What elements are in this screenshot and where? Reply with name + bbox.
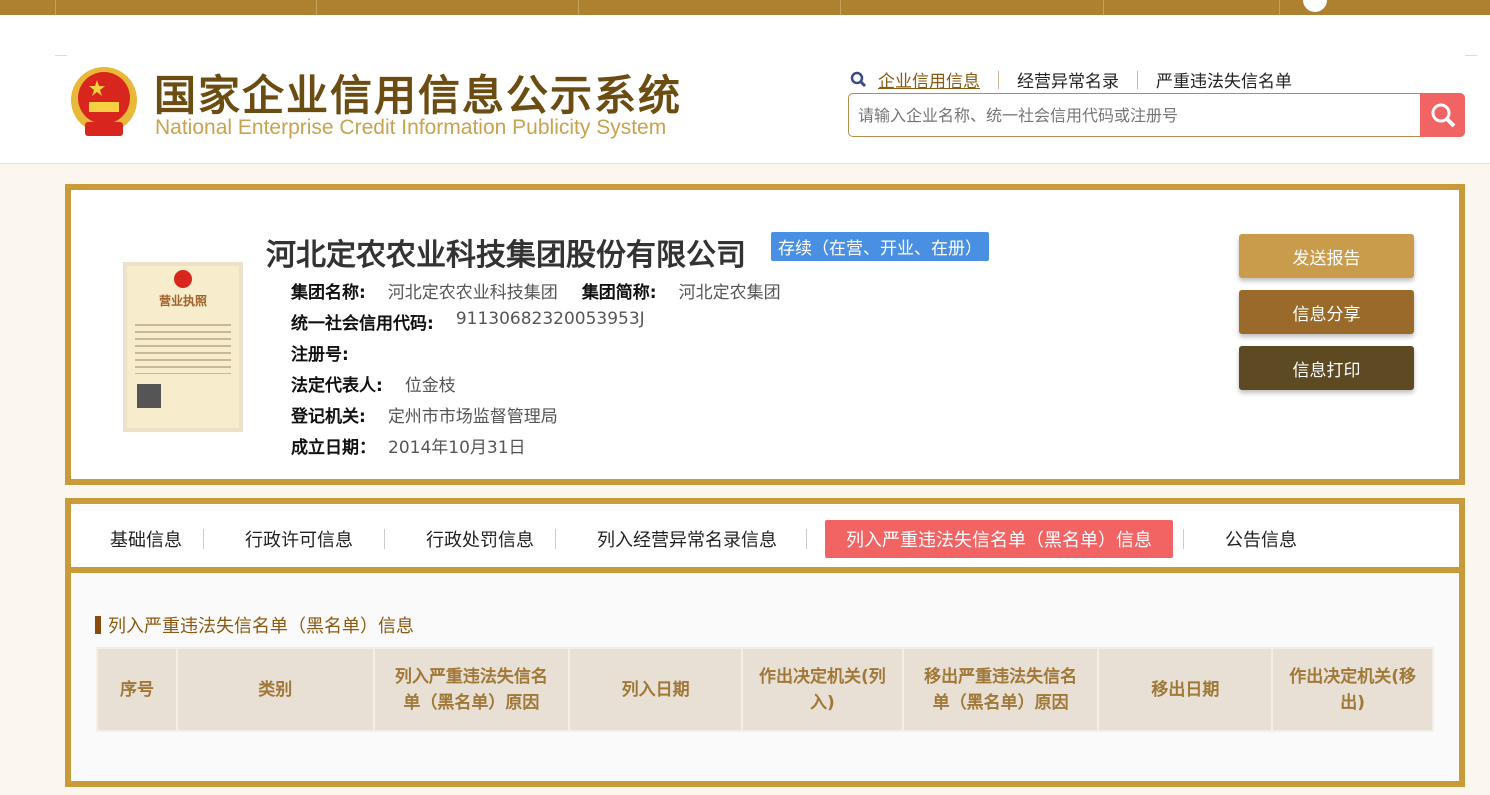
search-type-links: 企业信用信息 经营异常名录 严重违法失信名单 [850, 67, 1310, 92]
field-label: 集团名称: [291, 283, 366, 303]
divider [1465, 55, 1477, 56]
print-info-button[interactable]: 信息打印 [1239, 346, 1414, 390]
user-icon[interactable] [1303, 0, 1327, 12]
blacklist-table: 序号 类别 列入严重违法失信名单（黑名单）原因 列入日期 作出决定机关(列入) … [96, 647, 1434, 732]
link-enterprise-credit[interactable]: 企业信用信息 [868, 67, 998, 92]
info-row: 法定代表人: 位金枝 [291, 371, 456, 396]
field-value: 定州市市场监督管理局 [387, 407, 558, 427]
info-row: 注册号: [291, 340, 371, 365]
info-row: 成立日期： 2014年10月31日 [291, 433, 526, 458]
link-abnormal-list[interactable]: 经营异常名录 [999, 67, 1137, 92]
nav-separator [840, 0, 841, 15]
tab-bar: 基础信息 行政许可信息 行政处罚信息 列入经营异常名录信息 列入严重违法失信名单… [71, 511, 1459, 573]
send-report-button[interactable]: 发送报告 [1239, 234, 1414, 278]
search-icon [1431, 103, 1455, 128]
divider [806, 529, 807, 549]
top-nav-bar [0, 0, 1490, 15]
section-title-text: 列入严重违法失信名单（黑名单）信息 [108, 616, 414, 637]
site-header: 国家企业信用信息公示系统 National Enterprise Credit … [0, 15, 1490, 164]
tab-basic-info[interactable]: 基础信息 [89, 520, 203, 558]
column-header: 移出严重违法失信名单（黑名单）原因 [901, 647, 1100, 732]
field-label: 统一社会信用代码: [291, 314, 434, 334]
licence-text [135, 319, 231, 374]
divider [55, 55, 67, 56]
tab-abnormal-list[interactable]: 列入经营异常名录信息 [576, 520, 798, 558]
field-label: 法定代表人: [291, 376, 383, 396]
logo-title: 国家企业信用信息公示系统 [154, 71, 683, 120]
tab-admin-license[interactable]: 行政许可信息 [224, 520, 374, 558]
info-row: 统一社会信用代码: 91130682320053953J [291, 309, 645, 334]
divider [203, 529, 204, 549]
column-header: 类别 [175, 647, 375, 732]
nav-separator [1103, 0, 1104, 15]
info-row: 集团名称: 河北定农农业科技集团 集团简称: 河北定农集团 [291, 278, 781, 303]
company-card: 营业执照 河北定农农业科技集团股份有限公司 存续（在营、开业、在册） 集团名称:… [65, 184, 1465, 485]
details-card: 基础信息 行政许可信息 行政处罚信息 列入经营异常名录信息 列入严重违法失信名单… [65, 498, 1465, 787]
info-row: 登记机关: 定州市市场监督管理局 [291, 402, 558, 427]
tab-admin-penalty[interactable]: 行政处罚信息 [405, 520, 555, 558]
column-header: 作出决定机关(列入) [741, 647, 904, 732]
link-blacklist[interactable]: 严重违法失信名单 [1138, 67, 1310, 92]
qr-code-icon [137, 384, 161, 408]
search-input[interactable] [849, 94, 1409, 136]
divider [384, 529, 385, 549]
field-value: 2014年10月31日 [388, 438, 526, 458]
search-button[interactable] [1420, 93, 1465, 137]
field-label: 成立日期： [291, 438, 376, 458]
share-info-button[interactable]: 信息分享 [1239, 290, 1414, 334]
column-header: 列入日期 [568, 647, 743, 732]
divider [555, 529, 556, 549]
nav-separator [316, 0, 317, 15]
licence-title: 营业执照 [158, 294, 207, 308]
business-licence-image[interactable]: 营业执照 [123, 262, 243, 432]
divider [1183, 529, 1184, 549]
nav-separator [578, 0, 579, 15]
column-header: 作出决定机关(移出) [1271, 647, 1434, 732]
field-value: 河北定农农业科技集团 [387, 283, 558, 303]
emblem-icon [174, 270, 192, 288]
tab-announcements[interactable]: 公告信息 [1204, 520, 1318, 558]
field-value: 位金枝 [404, 376, 456, 396]
field-value: 河北定农集团 [678, 283, 781, 303]
field-value: 91130682320053953J [455, 309, 645, 329]
nav-separator [1279, 0, 1280, 15]
search-icon [850, 71, 867, 87]
table-header-row: 序号 类别 列入严重违法失信名单（黑名单）原因 列入日期 作出决定机关(列入) … [96, 647, 1434, 732]
company-name: 河北定农农业科技集团股份有限公司 [266, 238, 746, 273]
nav-separator [55, 0, 56, 15]
column-header: 序号 [96, 647, 178, 732]
column-header: 列入严重违法失信名单（黑名单）原因 [372, 647, 571, 732]
section-marker [95, 616, 101, 634]
status-badge: 存续（在营、开业、在册） [771, 232, 989, 261]
column-header: 移出日期 [1097, 647, 1274, 732]
field-label: 集团简称: [581, 283, 657, 303]
search-box [848, 93, 1465, 137]
tab-blacklist[interactable]: 列入严重违法失信名单（黑名单）信息 [825, 520, 1173, 558]
section-title: 列入严重违法失信名单（黑名单）信息 [95, 612, 414, 638]
field-label: 登记机关: [291, 407, 366, 427]
field-label: 注册号: [291, 345, 349, 365]
national-emblem-icon [71, 67, 137, 136]
logo-subtitle: National Enterprise Credit Information P… [155, 116, 667, 139]
